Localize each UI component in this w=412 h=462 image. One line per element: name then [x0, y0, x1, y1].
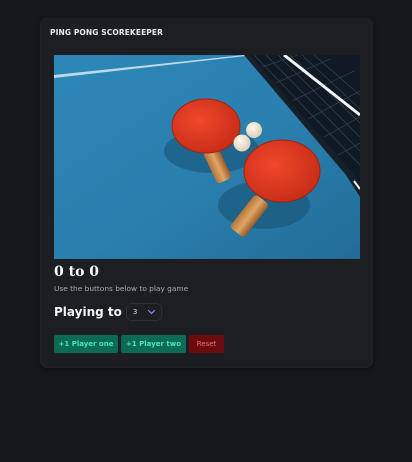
playing-to-row: Playing to 3 [54, 302, 162, 322]
hero-image [54, 55, 360, 259]
card-title: PING PONG SCOREKEEPER [50, 28, 163, 37]
player-one-button[interactable]: +1 Player one [54, 335, 118, 353]
score-display: 0 to 0 [54, 264, 100, 280]
ping-pong-illustration [54, 55, 360, 259]
player-two-button[interactable]: +1 Player two [121, 335, 186, 353]
chevron-down-icon [147, 309, 155, 315]
instruction-text: Use the buttons below to play game [54, 284, 189, 293]
button-group: +1 Player one +1 Player two Reset [54, 335, 224, 353]
reset-button[interactable]: Reset [189, 335, 224, 353]
winning-score-value: 3 [132, 308, 138, 316]
playing-to-label: Playing to [54, 305, 122, 319]
winning-score-select[interactable]: 3 [125, 303, 162, 321]
scorekeeper-card: PING PONG SCOREKEEPER 0 to 0 Use the but… [41, 19, 372, 367]
